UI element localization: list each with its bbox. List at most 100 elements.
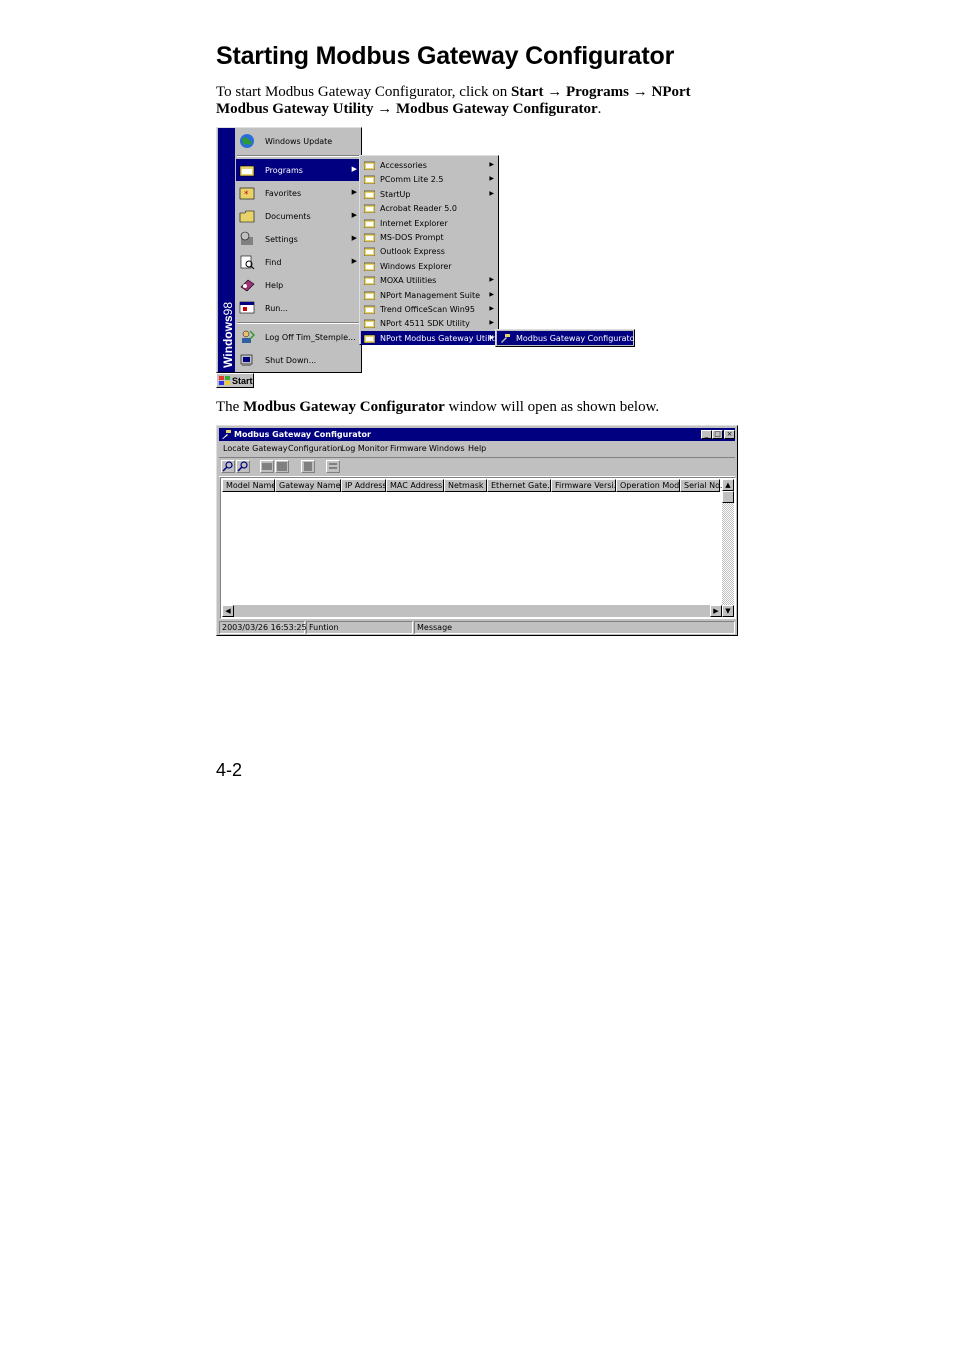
page-number: 4-2 [216,760,243,780]
menu-locate-gateway[interactable]: Locate Gateway [223,444,287,453]
scroll-right-icon[interactable]: ▶ [710,605,722,617]
settings-icon [240,231,253,245]
search-ip-icon[interactable] [236,460,250,473]
programs-item[interactable]: MS-DOS Prompt [361,230,497,244]
column-header-label: IP Address [345,481,387,490]
start-button[interactable]: Start [216,373,254,388]
scroll-down-icon[interactable]: ▼ [722,605,734,617]
chevron-right-icon: ▶ [351,234,357,242]
program-group-icon [364,190,375,199]
program-group-icon [364,291,375,300]
scroll-up-icon[interactable]: ▲ [722,479,734,491]
program-group-icon [364,176,375,185]
menu-log-monitor[interactable]: Log Monitor [341,444,388,453]
scroll-left-icon[interactable]: ◀ [222,605,234,617]
config-icon[interactable] [260,460,274,473]
start-item-programs[interactable]: Programs ▶ [236,159,360,181]
chevron-right-icon: ▶ [351,211,357,219]
vertical-scrollbar[interactable]: ▲ [722,479,734,607]
chevron-right-icon: ▶ [351,257,357,265]
column-header[interactable]: Gateway Name [275,479,341,492]
status-timestamp: 2003/03/26 16:53:25 [219,621,307,634]
monitor-icon[interactable] [301,460,315,473]
column-header[interactable]: Operation Mode [616,479,684,492]
column-header-label: MAC Address [390,481,443,490]
window-titlebar[interactable]: Modbus Gateway Configurator _ □ × [219,428,735,441]
utility-submenu: Modbus Gateway Configurator [495,329,638,347]
column-header[interactable]: Firmware Versi... [551,479,621,492]
minimize-button[interactable]: _ [701,430,712,439]
menu-firmware[interactable]: Firmware [390,444,427,453]
programs-item[interactable]: Outlook Express [361,244,497,258]
programs-item[interactable]: NPort 4511 SDK Utility ▶ [361,316,497,330]
start-item-settings[interactable]: Settings ▶ [236,228,360,250]
start-item-run[interactable]: Run... [236,297,360,319]
gateway-list[interactable]: ▲ ◀ ▶ ▼ Model Name Gateway Name IP Address… [220,477,736,619]
program-group-icon [364,233,375,242]
start-item-find[interactable]: Find ▶ [236,251,360,273]
window-menubar: Locate Gateway Configuration Log Monitor… [219,442,735,456]
programs-item-label: Windows Explorer [380,261,452,271]
programs-item-label: NPort Modbus Gateway Utility [380,333,500,343]
menu-item-modbus-gateway-configurator[interactable]: Modbus Gateway Configurator [497,331,638,345]
program-group-icon [364,276,375,286]
program-group-icon [364,248,375,257]
programs-item[interactable]: Windows Explorer [361,259,497,273]
close-button[interactable]: × [724,430,735,439]
programs-item[interactable]: Internet Explorer [361,216,497,230]
chevron-right-icon: ▶ [489,175,494,183]
programs-item-label: Internet Explorer [380,218,448,228]
menu-configuration[interactable]: Configuration [288,444,342,453]
start-item-windows-update[interactable]: Windows Update [236,130,360,152]
column-header[interactable]: Serial No. [680,479,722,492]
programs-item[interactable]: NPort Management Suite ▶ [361,288,497,302]
programs-item-label: StartUp [380,189,411,199]
status-function: Funtion [306,621,413,634]
column-header-label: Firmware Versi... [555,481,622,490]
column-header[interactable]: Ethernet Gate... [487,479,555,492]
intro-paragraph: To start Modbus Gateway Configurator, cl… [216,84,691,117]
program-group-icon [364,334,375,343]
app-tool-icon [222,430,231,439]
start-item-log-off[interactable]: Log Off Tim_Stemple... [236,326,360,348]
svg-text:*: * [244,190,249,200]
start-item-documents[interactable]: Documents ▶ [236,205,360,227]
status-bar: 2003/03/26 16:53:25 Funtion Message [219,621,735,634]
find-icon [240,255,255,270]
column-header[interactable]: MAC Address [386,479,444,492]
menu-help[interactable]: Help [468,444,486,453]
column-header[interactable]: IP Address [341,479,387,492]
programs-item[interactable]: PComm Lite 2.5 ▶ [361,172,497,186]
chevron-right-icon: ▶ [489,319,494,327]
programs-item[interactable]: Trend OfficeScan Win95 ▶ [361,302,497,316]
search-icon[interactable] [221,460,235,473]
start-menu: Windows98 Windows Update Programs ▶ * Fav… [216,127,362,373]
programs-submenu: Accessories ▶ PComm Lite 2.5 ▶ StartUp ▶ Acrob… [359,155,500,345]
programs-item[interactable]: Accessories ▶ [361,158,497,172]
programs-item[interactable]: MOXA Utilities ▶ [361,273,497,287]
program-group-icon [364,320,375,329]
programs-item-label: NPort 4511 SDK Utility [380,319,470,329]
programs-item[interactable]: NPort Modbus Gateway Utility ▶ [361,330,500,345]
program-group-icon [364,305,375,314]
export-icon[interactable] [275,460,289,473]
programs-item-label: MS-DOS Prompt [380,233,444,242]
firmware-icon[interactable] [326,460,340,473]
column-header[interactable]: Netmask [444,479,487,492]
column-header[interactable]: Model Name [222,479,276,492]
chevron-right-icon: ▶ [489,276,494,284]
scroll-thumb[interactable] [722,491,734,503]
start-item-help[interactable]: Help [236,274,360,296]
horizontal-scrollbar[interactable]: ◀ ▶ [222,605,722,617]
program-group-icon [364,204,375,214]
status-message: Message [414,621,735,634]
programs-item[interactable]: Acrobat Reader 5.0 [361,201,497,215]
maximize-button[interactable]: □ [712,430,723,439]
start-item-shut-down[interactable]: Shut Down... [236,349,360,371]
programs-item-label: MOXA Utilities [380,276,437,286]
run-icon [239,301,255,314]
menu-windows[interactable]: Windows [429,444,465,453]
programs-item-label: Trend OfficeScan Win95 [380,305,475,314]
programs-item[interactable]: StartUp ▶ [361,187,497,201]
start-item-favorites[interactable]: * Favorites ▶ [236,182,360,204]
